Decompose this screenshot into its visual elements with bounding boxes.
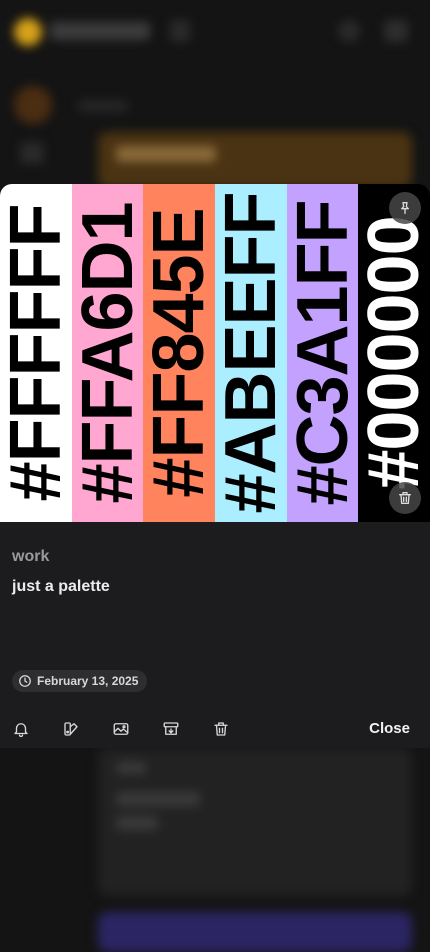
- close-button[interactable]: Close: [369, 720, 410, 737]
- palette-swatch: #C3A1FF: [286, 184, 359, 522]
- background-text-line: [116, 762, 146, 774]
- swatch-hex-code: #000000: [358, 216, 430, 490]
- swatch-hex-code: #FF845E: [143, 208, 216, 498]
- palette-swatch: #000000: [358, 184, 430, 522]
- background-color-button[interactable]: [59, 717, 83, 741]
- pin-icon: [397, 200, 413, 216]
- pin-button[interactable]: [389, 192, 421, 224]
- menu-icon: [384, 20, 408, 42]
- background-note-card: [98, 912, 412, 952]
- note-image-palette[interactable]: #FFFFFF #FFA6D1 #FF845E #ABEEFF #C3A1FF #0000…: [0, 184, 430, 522]
- clock-icon: [18, 674, 32, 688]
- swatch-hex-code: #FFFFFF: [0, 204, 72, 502]
- background-note-title: [116, 146, 216, 162]
- date-label: February 13, 2025: [37, 674, 139, 688]
- background-text-line: [116, 816, 158, 830]
- background-text-line: [116, 792, 200, 806]
- date-badge: February 13, 2025: [12, 670, 148, 692]
- app-title-placeholder: [50, 22, 150, 40]
- trash-icon: [212, 720, 230, 738]
- avatar: [14, 86, 52, 124]
- chevron-down-icon: [170, 20, 190, 42]
- palette-swatch: #FFA6D1: [71, 184, 144, 522]
- note-content[interactable]: just a palette: [12, 578, 110, 596]
- archive-button[interactable]: [159, 717, 183, 741]
- note-dialog: #FFFFFF #FFA6D1 #FF845E #ABEEFF #C3A1FF #0000…: [0, 184, 430, 748]
- image-icon: [112, 720, 130, 738]
- bell-icon: [12, 720, 30, 738]
- palette-swatch: #ABEEFF: [215, 184, 287, 522]
- background-text-line: [78, 100, 128, 112]
- note-tag[interactable]: work: [12, 548, 49, 566]
- palette-icon: [62, 720, 80, 738]
- reminder-button[interactable]: [9, 717, 33, 741]
- add-image-button[interactable]: [109, 717, 133, 741]
- delete-note-button[interactable]: [209, 717, 233, 741]
- swatch-hex-code: #C3A1FF: [286, 200, 359, 506]
- trash-icon: [397, 490, 413, 506]
- sidebar-icon: [20, 142, 44, 164]
- archive-icon: [162, 720, 180, 738]
- swatch-hex-code: #ABEEFF: [215, 192, 287, 514]
- app-logo: [14, 18, 42, 46]
- palette-swatch: #FF845E: [143, 184, 216, 522]
- delete-image-button[interactable]: [389, 482, 421, 514]
- note-toolbar: Close: [0, 714, 430, 744]
- search-icon: [338, 20, 360, 42]
- palette-swatch: #FFFFFF: [0, 184, 72, 522]
- swatch-hex-code: #FFA6D1: [71, 202, 144, 504]
- background-header: [0, 0, 430, 66]
